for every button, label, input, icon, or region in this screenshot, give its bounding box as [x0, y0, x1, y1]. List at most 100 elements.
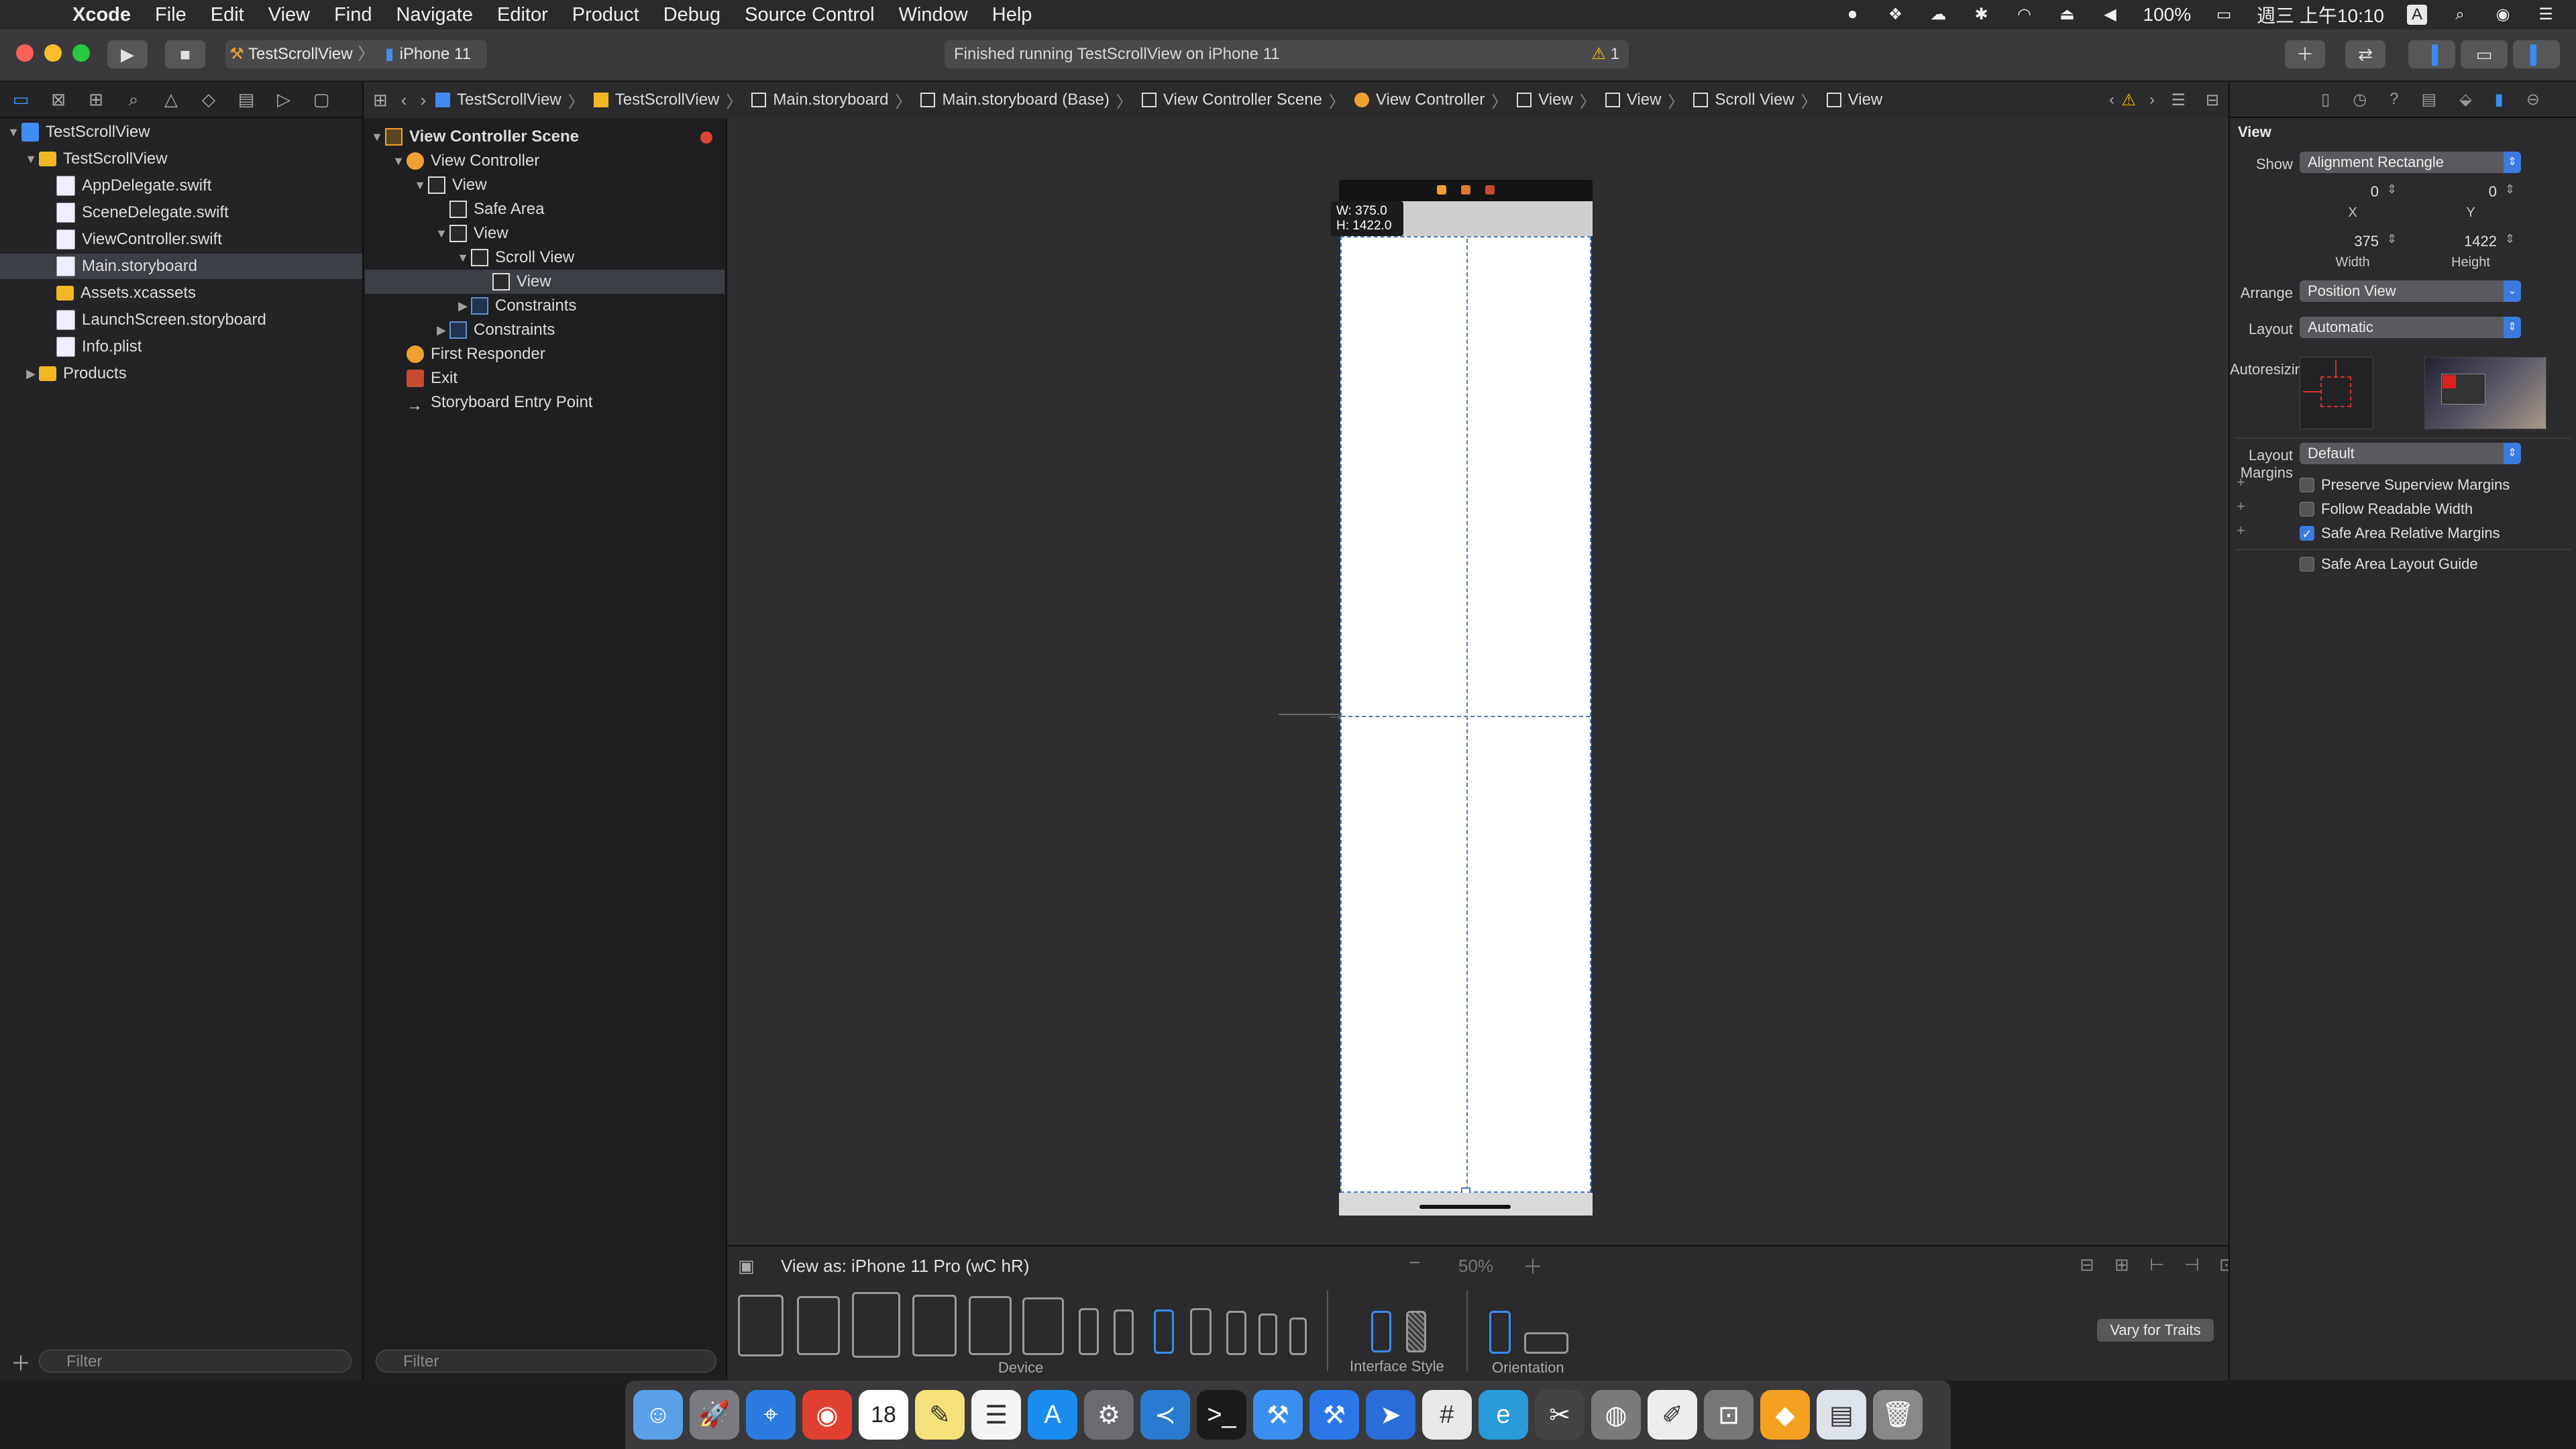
device-ipad-pro-12[interactable]	[738, 1295, 784, 1356]
report-icon[interactable]: ▢	[310, 88, 333, 111]
vary-for-traits-button[interactable]: Vary for Traits	[2097, 1319, 2214, 1342]
menu-edit[interactable]: Edit	[211, 4, 244, 26]
test-icon[interactable]: ◇	[197, 88, 220, 111]
exit-icon[interactable]	[1485, 185, 1495, 195]
breakpoint-icon[interactable]: ▷	[272, 88, 295, 111]
device-iphone-11-pro[interactable]	[1154, 1309, 1174, 1354]
interface-style-light[interactable]	[1371, 1311, 1391, 1352]
zoom-out-icon[interactable]: −	[1409, 1252, 1421, 1275]
menu-editor[interactable]: Editor	[497, 4, 548, 26]
system-preferences-icon[interactable]: ⚙	[1084, 1390, 1134, 1440]
eject-icon[interactable]: ⏏	[2057, 5, 2078, 25]
cloud-upload-icon[interactable]: ☁	[1929, 5, 1949, 25]
navigator-item[interactable]: AppDelegate.swift	[0, 173, 362, 199]
outline-item[interactable]: ▼ Scroll View	[365, 246, 724, 270]
device-ipad-pro-10[interactable]	[852, 1292, 900, 1358]
disclosure-triangle-icon[interactable]: ▼	[433, 221, 449, 246]
navigator-item[interactable]: Main.storyboard	[0, 254, 362, 279]
calendar-icon[interactable]: 18	[859, 1390, 908, 1440]
add-variation-icon[interactable]: +	[2237, 474, 2245, 491]
toggle-inspector-button[interactable]: ▌	[2513, 40, 2560, 68]
menu-file[interactable]: File	[155, 4, 186, 26]
dropbox-icon[interactable]: ❖	[1886, 5, 1906, 25]
toggle-outline-icon[interactable]: ▣	[738, 1256, 755, 1277]
outline-item[interactable]: ▼ View Controller	[365, 149, 724, 173]
app-store-icon[interactable]: A	[1028, 1390, 1077, 1440]
add-variation-icon[interactable]: +	[2237, 498, 2245, 515]
notes-icon[interactable]: ✎	[915, 1390, 965, 1440]
wifi-icon[interactable]: ◠	[2015, 5, 2035, 25]
outline-item[interactable]: → Storyboard Entry Point	[365, 390, 724, 415]
editor-options-icon[interactable]: ☰	[2171, 91, 2186, 110]
orientation-landscape[interactable]	[1524, 1332, 1568, 1354]
menu-navigate[interactable]: Navigate	[396, 4, 473, 26]
menu-app-name[interactable]: Xcode	[72, 4, 131, 26]
update-frames-icon[interactable]: ⊟	[2080, 1254, 2094, 1275]
finder-icon[interactable]: ☺	[633, 1390, 683, 1440]
add-variation-icon[interactable]: +	[2237, 522, 2245, 539]
stop-button[interactable]: ■	[165, 40, 205, 68]
device-iphone-8-plus[interactable]	[1190, 1308, 1212, 1355]
input-method-icon[interactable]: A	[2407, 5, 2427, 25]
navigator-item[interactable]: LaunchScreen.storyboard	[0, 307, 362, 333]
safe-area-guide-checkbox[interactable]	[2300, 557, 2314, 572]
first-responder-icon[interactable]	[1461, 185, 1470, 195]
align-icon[interactable]: ⊞	[2114, 1254, 2129, 1275]
autoresizing-mask-editor[interactable]	[2300, 357, 2373, 429]
final-cut-icon[interactable]: ✂	[1535, 1390, 1585, 1440]
disclosure-triangle-icon[interactable]: ▶	[455, 294, 471, 318]
prev-issue-icon[interactable]: ‹	[2109, 91, 2114, 109]
trash-icon[interactable]: 🗑	[1873, 1390, 1923, 1440]
quick-help-icon[interactable]: ?	[2390, 90, 2398, 109]
arrange-popup[interactable]: Position View ⌄	[2300, 280, 2521, 302]
disclosure-triangle-icon[interactable]: ▼	[412, 173, 428, 197]
sketch-icon[interactable]: ◆	[1760, 1390, 1810, 1440]
device-ipad[interactable]	[969, 1296, 1012, 1355]
breadcrumb-item[interactable]: Main.storyboard (Base) 〉	[920, 89, 1132, 112]
menu-find[interactable]: Find	[334, 4, 372, 26]
outline-item[interactable]: ▼ View Controller Scene	[365, 125, 724, 149]
attributes-inspector-icon[interactable]: ⬙	[2459, 90, 2471, 109]
navigator-filter-field[interactable]: Filter	[39, 1350, 352, 1373]
width-stepper-icon[interactable]: ⇕	[2387, 232, 2397, 246]
device-ipad-mini[interactable]	[1022, 1297, 1064, 1355]
outline-item[interactable]: First Responder	[365, 342, 724, 366]
disclosure-triangle-icon[interactable]: ▼	[369, 125, 385, 149]
zoom-in-icon[interactable]: ＋	[1523, 1250, 1543, 1280]
scene-title-bar[interactable]	[1339, 180, 1593, 201]
disclosure-triangle-icon[interactable]: ▶	[433, 318, 449, 342]
selected-content-view[interactable]	[1340, 236, 1591, 1193]
error-badge-icon[interactable]	[700, 131, 712, 144]
navigator-item[interactable]: ViewController.swift	[0, 227, 362, 252]
code-review-button[interactable]: ⇄	[2345, 40, 2385, 68]
zoom-level[interactable]: 50%	[1458, 1256, 1493, 1277]
textedit-icon[interactable]: ✐	[1648, 1390, 1697, 1440]
orientation-portrait[interactable]	[1489, 1311, 1511, 1354]
device-iphone-11[interactable]	[1114, 1309, 1134, 1355]
breadcrumb-item[interactable]: TestScrollView 〉	[593, 89, 742, 112]
outline-item[interactable]: ▼ View	[365, 173, 724, 197]
breadcrumb-item[interactable]: View Controller Scene 〉	[1141, 89, 1345, 112]
device-iphone-se[interactable]	[1258, 1313, 1277, 1355]
terminal-icon[interactable]: >_	[1197, 1390, 1246, 1440]
height-stepper-icon[interactable]: ⇕	[2505, 232, 2515, 246]
breadcrumb-item[interactable]: Scroll View 〉	[1693, 89, 1817, 112]
xcode-icon[interactable]: ⚒	[1253, 1390, 1303, 1440]
bluetooth-icon[interactable]: ✱	[1972, 5, 1992, 25]
clock[interactable]: 週三 上午10:10	[2257, 1, 2384, 28]
find-icon[interactable]: ⌕	[122, 88, 145, 111]
disclosure-triangle-icon[interactable]: ▼	[23, 146, 39, 172]
disclosure-triangle-icon[interactable]: ▼	[5, 119, 21, 145]
run-button[interactable]: ▶	[107, 40, 148, 68]
navigator-item[interactable]: ▼ TestScrollView	[0, 119, 362, 145]
instruments-icon[interactable]: ◍	[1591, 1390, 1641, 1440]
view-controller-icon[interactable]	[1437, 185, 1446, 195]
reminders-icon[interactable]: ☰	[971, 1390, 1021, 1440]
related-items-icon[interactable]: ⊞	[373, 90, 388, 111]
outline-item[interactable]: View	[365, 270, 724, 294]
show-popup[interactable]: Alignment Rectangle ⇕	[2300, 152, 2521, 173]
chrome-icon[interactable]: ◉	[802, 1390, 852, 1440]
spotlight-search-icon[interactable]: ⌕	[2450, 5, 2470, 25]
close-window-button[interactable]	[16, 44, 34, 62]
forward-icon[interactable]: ›	[420, 90, 426, 111]
